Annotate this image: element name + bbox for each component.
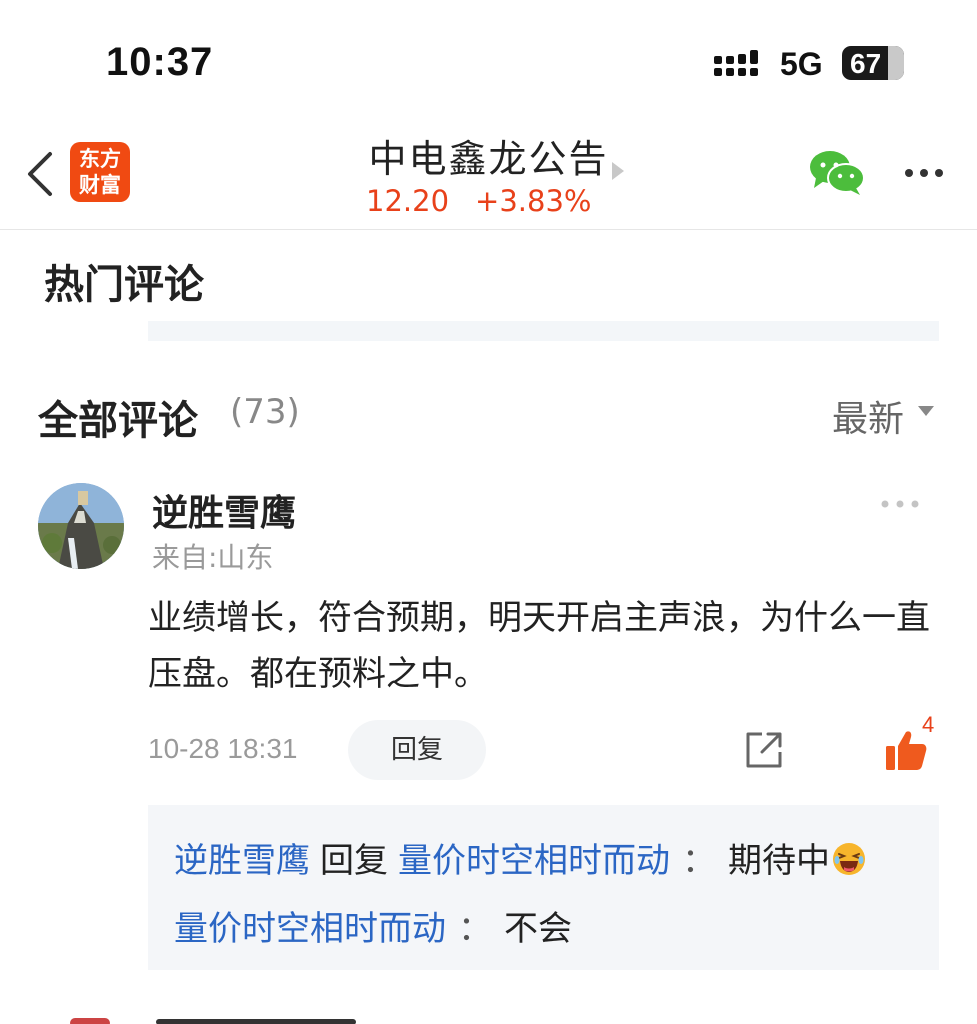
stock-quote: 12.20 +3.83% xyxy=(366,184,617,218)
comment-count: (73) xyxy=(230,392,300,432)
next-comment-peek xyxy=(60,1016,380,1024)
stock-price: 12.20 xyxy=(366,184,450,218)
network-type: 5G xyxy=(780,46,823,82)
sort-dropdown[interactable]: 最新 xyxy=(832,390,904,442)
comment-more-icon[interactable] xyxy=(880,500,920,508)
like-count: 4 xyxy=(922,712,935,737)
reply-button[interactable]: 回复 xyxy=(348,720,486,780)
battery-icon: 67 xyxy=(842,46,904,80)
reply-item[interactable]: 量价时空相时而动 ： 不会 xyxy=(174,901,572,950)
comment-content: 业绩增长，符合预期，明天开启主声浪，为什么一直压盘。都在预料之中。 xyxy=(148,598,930,694)
stock-change: +3.83% xyxy=(475,184,592,218)
stock-header: 东方 财富 中电鑫龙公告 12.20 +3.83% xyxy=(0,120,977,230)
next-username-edge xyxy=(156,1019,356,1024)
comment-location: 来自:山东 xyxy=(152,541,274,574)
next-avatar-edge xyxy=(70,1018,110,1024)
reply-author[interactable]: 逆胜雪鹰 xyxy=(174,841,310,881)
hot-comments-placeholder xyxy=(148,321,939,341)
battery-level: 67 xyxy=(850,48,882,79)
laughing-emoji-icon xyxy=(833,843,865,875)
more-options-icon[interactable] xyxy=(904,168,944,178)
reply-item[interactable]: 逆胜雪鹰 回复 量价时空相时而动 ： 期待中 xyxy=(174,833,866,882)
dropdown-triangle-icon[interactable] xyxy=(918,406,934,416)
reply-colon: ： xyxy=(682,841,716,881)
reply-text: 期待中 xyxy=(728,841,830,881)
avatar[interactable] xyxy=(38,483,124,569)
wechat-share-icon[interactable] xyxy=(808,148,866,196)
reply-colon: ： xyxy=(458,909,492,949)
all-comments-title: 全部评论 xyxy=(38,398,198,444)
share-icon[interactable] xyxy=(744,730,784,770)
comment-timestamp: 10-28 18:31 xyxy=(148,733,298,764)
status-time: 10:37 xyxy=(106,40,214,84)
reply-verb: 回复 xyxy=(320,841,388,881)
signal-strength-icon xyxy=(714,50,758,76)
battery-empty-part xyxy=(888,46,904,80)
status-bar: 10:37 5G 67 xyxy=(0,0,977,120)
reply-author[interactable]: 量价时空相时而动 xyxy=(174,909,446,949)
reply-target[interactable]: 量价时空相时而动 xyxy=(398,841,670,881)
comment-username[interactable]: 逆胜雪鹰 xyxy=(152,484,296,536)
expand-triangle-icon[interactable] xyxy=(612,162,624,180)
replies-box[interactable]: 逆胜雪鹰 回复 量价时空相时而动：期待中 量价时空相时而动：不会 xyxy=(148,805,939,970)
reply-text: 不会 xyxy=(504,909,572,949)
hot-comments-title: 热门评论 xyxy=(44,262,204,308)
